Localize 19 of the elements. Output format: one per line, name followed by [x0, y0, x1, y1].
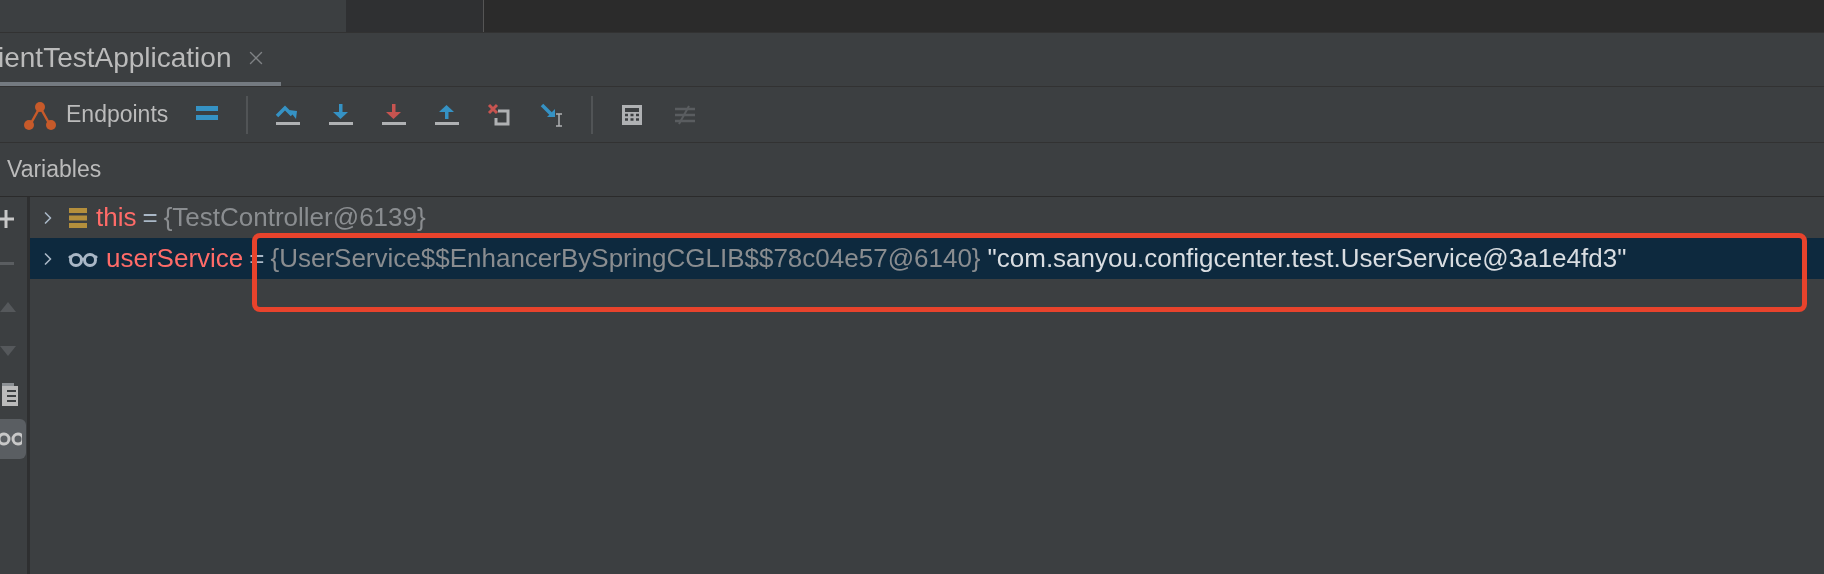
- step-into-icon: [327, 101, 354, 128]
- down-arrow-icon: [0, 346, 16, 356]
- stack-icon: [68, 206, 88, 229]
- string-value: "com.sanyou.configcenter.test.UserService@3a1e4fd3": [987, 242, 1627, 275]
- panel-title: Variables: [7, 155, 102, 185]
- add-icon: [0, 210, 14, 228]
- variable-name: userService: [106, 242, 244, 275]
- force-step-into-icon: [380, 101, 407, 128]
- glasses-icon: [68, 250, 98, 267]
- equals-sign: =: [142, 201, 158, 234]
- drop-frame-icon: [486, 101, 513, 128]
- watch-toggle[interactable]: [0, 419, 26, 459]
- variable-row[interactable]: this = {TestController@6139}: [30, 197, 1824, 238]
- variable-name: this: [96, 201, 137, 234]
- session-tab[interactable]: ientTestApplication: [0, 34, 282, 86]
- variable-value: {UserService$$EnhancerBySpringCGLIB$$78c04e57@6140}: [270, 242, 981, 275]
- variable-value: {TestController@6139}: [163, 201, 426, 234]
- endpoints-button[interactable]: Endpoints: [24, 97, 169, 132]
- up-arrow-icon: [0, 302, 16, 312]
